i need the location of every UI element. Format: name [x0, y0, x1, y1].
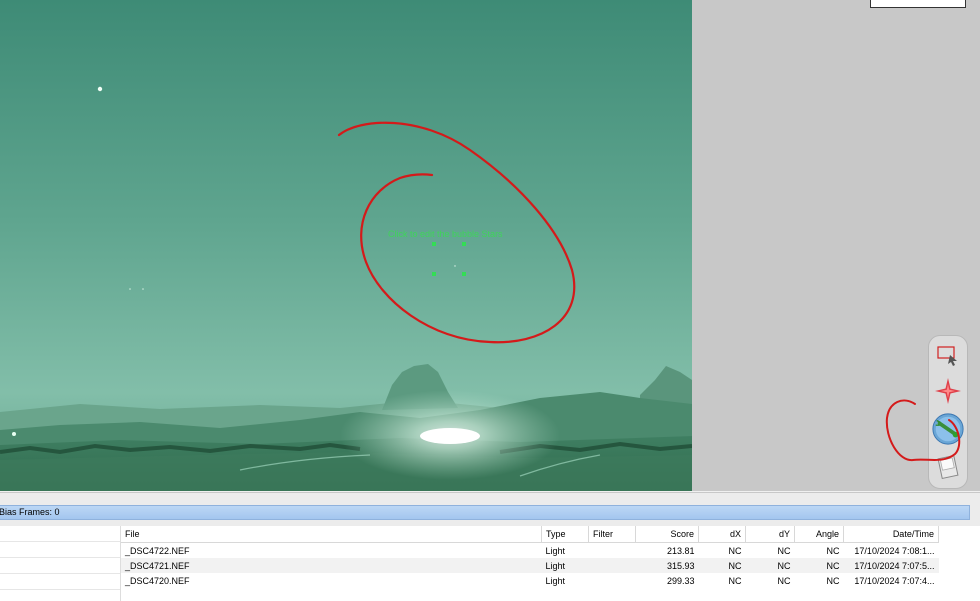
table-row[interactable]: _DSC4722.NEF Light 213.81 NC NC NC 17/10…	[121, 543, 939, 559]
cell-angle: NC	[826, 575, 840, 586]
table-row[interactable]: _DSC4720.NEF Light 299.33 NC NC NC 17/10…	[121, 573, 939, 588]
night-sky-photo	[0, 0, 692, 491]
cell-datetime: 17/10/2024 7:07:4...	[854, 575, 935, 586]
cell-datetime: 17/10/2024 7:07:5...	[843, 558, 939, 573]
cell-score: 299.33	[666, 575, 695, 586]
cell-dx: NC	[698, 558, 746, 573]
cell-file: _DSC4722.NEF	[125, 545, 190, 556]
column-angle[interactable]: Angle	[794, 526, 844, 543]
table-header: File Type Filter Score dX dY Angle Date/…	[121, 526, 939, 543]
column-dx[interactable]: dX	[698, 526, 746, 543]
column-datetime[interactable]: Date/Time	[843, 526, 939, 543]
file-table: File Type Filter Score dX dY Angle Date/…	[121, 526, 939, 588]
cell-datetime: 17/10/2024 7:08:1...	[854, 545, 935, 556]
cell-dy: NC	[777, 575, 791, 586]
cell-filter	[589, 573, 636, 588]
cell-score: 213.81	[666, 545, 695, 556]
column-file[interactable]: File	[121, 526, 542, 543]
bias-frames-bar: Bias Frames: 0	[0, 505, 970, 520]
top-right-box	[870, 0, 966, 8]
cell-dy: NC	[745, 558, 795, 573]
image-viewer[interactable]: Click to edit the bubble Stars	[0, 0, 692, 491]
bias-frames-label: Bias Frames: 0	[0, 507, 60, 517]
cell-dx: NC	[728, 575, 742, 586]
cell-file: _DSC4720.NEF	[125, 575, 190, 586]
cell-score: 315.93	[635, 558, 699, 573]
cell-file: _DSC4721.NEF	[121, 558, 542, 573]
cell-type: Light	[545, 575, 566, 586]
column-filter[interactable]: Filter	[588, 526, 636, 543]
column-type[interactable]: Type	[541, 526, 589, 543]
bright-star	[97, 86, 103, 92]
column-dy[interactable]: dY	[745, 526, 795, 543]
cell-type: Light	[545, 545, 566, 556]
red-annotation-loop	[885, 399, 961, 462]
column-score[interactable]: Score	[635, 526, 699, 543]
cell-filter	[589, 543, 636, 559]
file-list: File Type Filter Score dX dY Angle Date/…	[0, 526, 980, 601]
cell-dx: NC	[728, 545, 742, 556]
cell-dy: NC	[777, 545, 791, 556]
cell-type: Light	[541, 558, 589, 573]
table-row[interactable]: _DSC4721.NEF Light 315.93 NC NC NC 17/10…	[121, 558, 939, 573]
cell-angle: NC	[826, 545, 840, 556]
select-rectangle-icon[interactable]	[931, 340, 965, 370]
cell-filter	[588, 558, 636, 573]
edit-toolbar	[885, 335, 968, 489]
cell-angle: NC	[794, 558, 844, 573]
editing-caption: Click to edit the bubble Stars	[388, 229, 503, 239]
file-list-left-column	[0, 526, 121, 601]
